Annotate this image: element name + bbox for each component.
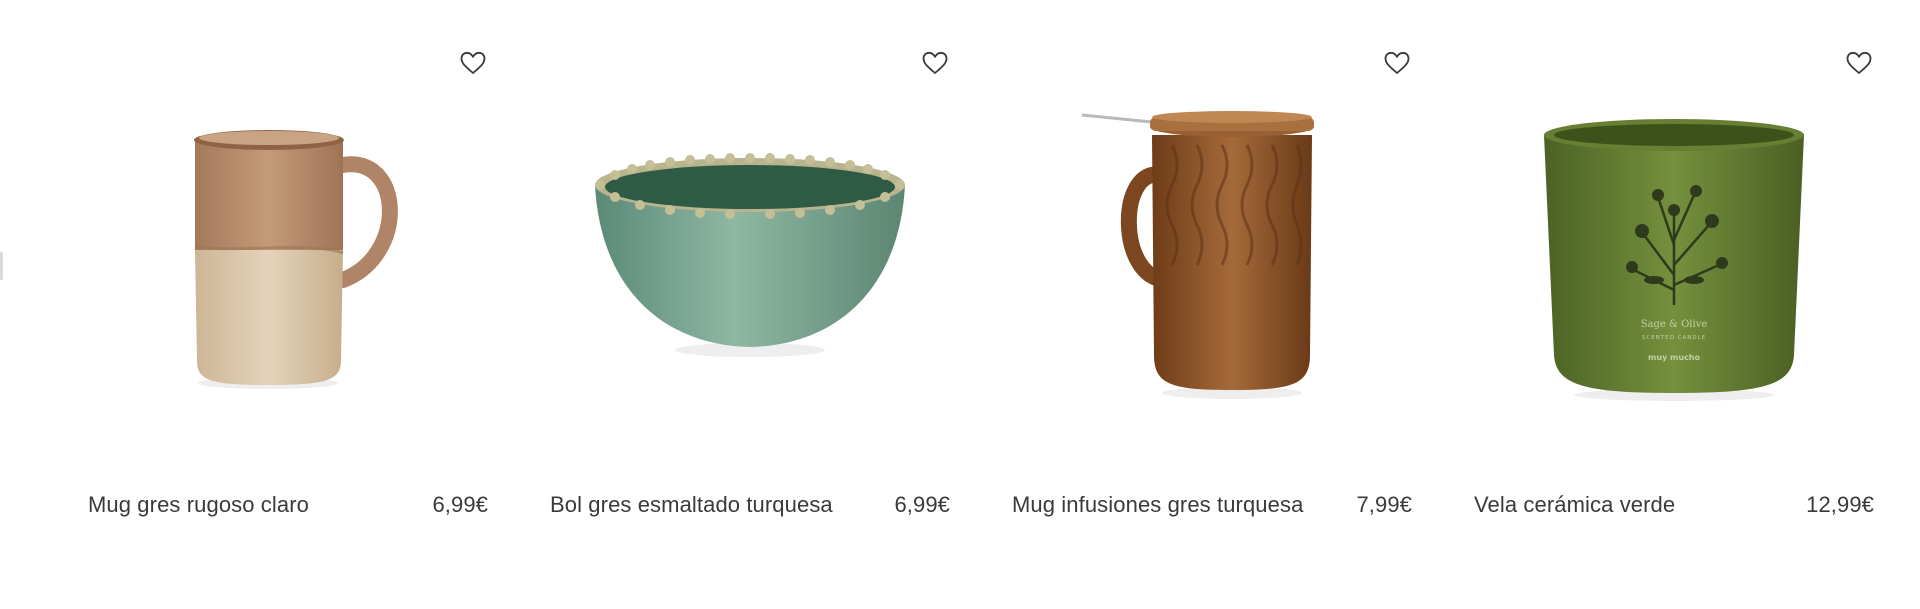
product-image[interactable]: Sage & Olive SCENTED CANDLE muy mucho [1494,95,1854,415]
candle-label-sub: SCENTED CANDLE [1642,335,1706,341]
product-name[interactable]: Mug infusiones gres turquesa [1012,492,1303,518]
product-image[interactable] [570,95,930,415]
product-carousel: Mug gres rugoso claro 6,99€ Bol gres esm… [0,0,1920,609]
favorite-button[interactable] [458,48,488,78]
infuser-mug-illustration [1081,111,1314,399]
product-name[interactable]: Mug gres rugoso claro [88,492,309,518]
product-card[interactable]: Bol gres esmaltado turquesa 6,99€ [550,0,950,609]
product-info: Vela cerámica verde 12,99€ [1474,492,1874,518]
product-price: 6,99€ [432,492,488,517]
product-name[interactable]: Vela cerámica verde [1474,492,1675,518]
mug-illustration [194,130,398,389]
heart-icon [922,51,948,75]
product-info: Bol gres esmaltado turquesa 6,99€ [550,492,950,518]
bowl-illustration [595,153,905,357]
product-name[interactable]: Bol gres esmaltado turquesa [550,492,833,518]
heart-icon [460,51,486,75]
product-card[interactable]: Mug gres rugoso claro 6,99€ [88,0,488,609]
previous-item-edge[interactable] [0,252,3,280]
product-card[interactable]: Mug infusiones gres turquesa 7,99€ [1012,0,1412,609]
candle-label-brand: Sage & Olive [1641,319,1708,330]
candle-label-maker: muy mucho [1648,353,1701,362]
product-price: 12,99€ [1806,492,1874,517]
heart-icon [1384,51,1410,75]
candle-illustration: Sage & Olive SCENTED CANDLE muy mucho [1544,119,1804,401]
heart-icon [1846,51,1872,75]
product-card[interactable]: Sage & Olive SCENTED CANDLE muy mucho Ve… [1474,0,1874,609]
favorite-button[interactable] [1382,48,1412,78]
favorite-button[interactable] [1844,48,1874,78]
product-image[interactable] [108,95,468,415]
product-info: Mug gres rugoso claro 6,99€ [88,492,488,518]
favorite-button[interactable] [920,48,950,78]
product-price: 7,99€ [1356,492,1412,517]
product-info: Mug infusiones gres turquesa 7,99€ [1012,492,1412,518]
product-price: 6,99€ [894,492,950,517]
product-image[interactable] [1032,95,1392,415]
